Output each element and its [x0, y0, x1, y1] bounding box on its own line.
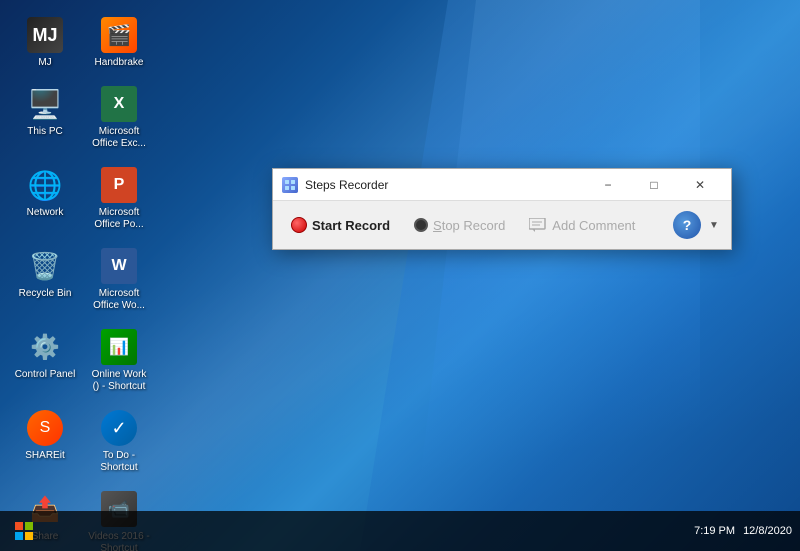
network-icon: 🌐: [26, 166, 64, 204]
thispc-icon: 🖥️: [26, 85, 64, 123]
control-panel-icon: ⚙️: [26, 328, 64, 366]
window-title: Steps Recorder: [305, 178, 585, 192]
icon-row-1: MJ MJ 🎬 Handbrake: [10, 10, 154, 75]
start-button[interactable]: [0, 511, 48, 551]
network-label: Network: [27, 207, 64, 219]
shareit-label: SHAREit: [25, 450, 64, 462]
desktop-icon-control-panel[interactable]: ⚙️ Control Panel: [10, 322, 80, 399]
window-controls: − □ ✕: [585, 169, 723, 201]
control-panel-label: Control Panel: [15, 369, 76, 381]
add-comment-label: Add Comment: [552, 218, 635, 233]
desktop-icon-network[interactable]: 🌐 Network: [10, 160, 80, 237]
icon-row-4: 🗑️ Recycle Bin W Microsoft Office Wo...: [10, 241, 154, 318]
stop-record-label: Stop Record: [433, 218, 505, 233]
desktop-icon-powerpoint[interactable]: P Microsoft Office Po...: [84, 160, 154, 237]
taskbar-time: 7:19 PM: [694, 525, 735, 537]
online-work-label: Online Work () - Shortcut: [88, 369, 150, 393]
dropdown-button[interactable]: ▼: [705, 211, 723, 239]
desktop-icon-todo[interactable]: ✓ To Do - Shortcut: [84, 403, 154, 480]
close-button[interactable]: ✕: [677, 169, 723, 201]
powerpoint-icon: P: [100, 166, 138, 204]
taskbar-date: 12/8/2020: [743, 525, 792, 537]
desktop-icon-mj[interactable]: MJ MJ: [10, 10, 80, 75]
desktop-icon-word[interactable]: W Microsoft Office Wo...: [84, 241, 154, 318]
desktop-icon-thispc[interactable]: 🖥️ This PC: [10, 79, 80, 156]
stop-record-button[interactable]: Stop Record: [404, 212, 515, 239]
powerpoint-label: Microsoft Office Po...: [88, 207, 150, 231]
recycle-icon: 🗑️: [26, 247, 64, 285]
mj-icon: MJ: [26, 16, 64, 54]
desktop-icon-online-work[interactable]: 📊 Online Work () - Shortcut: [84, 322, 154, 399]
help-button[interactable]: ?: [673, 211, 701, 239]
desktop: MJ MJ 🎬 Handbrake 🖥️ This PC X: [0, 0, 800, 551]
windows-logo-icon: [15, 522, 33, 540]
add-comment-button[interactable]: Add Comment: [519, 212, 645, 239]
handbrake-icon: 🎬: [100, 16, 138, 54]
comment-icon: [529, 218, 547, 233]
steps-recorder-window: Steps Recorder − □ ✕ Start Record Stop R…: [272, 168, 732, 250]
start-record-label: Start Record: [312, 218, 390, 233]
handbrake-label: Handbrake: [95, 57, 144, 69]
icon-row-2: 🖥️ This PC X Microsoft Office Exc...: [10, 79, 154, 156]
window-titlebar: Steps Recorder − □ ✕: [273, 169, 731, 201]
word-label: Microsoft Office Wo...: [88, 288, 150, 312]
maximize-button[interactable]: □: [631, 169, 677, 201]
desktop-icon-recycle[interactable]: 🗑️ Recycle Bin: [10, 241, 80, 318]
record-dot-icon: [291, 217, 307, 233]
icon-row-6: S SHAREit ✓ To Do - Shortcut: [10, 403, 154, 480]
thispc-label: This PC: [27, 126, 63, 138]
desktop-icon-excel[interactable]: X Microsoft Office Exc...: [84, 79, 154, 156]
taskbar: 7:19 PM 12/8/2020: [0, 511, 800, 551]
excel-label: Microsoft Office Exc...: [88, 126, 150, 150]
icon-row-3: 🌐 Network P Microsoft Office Po...: [10, 160, 154, 237]
word-icon: W: [100, 247, 138, 285]
start-record-button[interactable]: Start Record: [281, 211, 400, 239]
excel-icon: X: [100, 85, 138, 123]
mj-label: MJ: [38, 57, 51, 69]
steps-recorder-icon: [281, 176, 299, 194]
minimize-button[interactable]: −: [585, 169, 631, 201]
icon-row-5: ⚙️ Control Panel 📊 Online Work () - Shor…: [10, 322, 154, 399]
online-work-icon: 📊: [100, 328, 138, 366]
window-toolbar: Start Record Stop Record Add Comment ? ▼: [273, 201, 731, 249]
desktop-icon-handbrake[interactable]: 🎬 Handbrake: [84, 10, 154, 75]
taskbar-tray: 7:19 PM 12/8/2020: [694, 525, 800, 537]
todo-label: To Do - Shortcut: [88, 450, 150, 474]
todo-icon: ✓: [100, 409, 138, 447]
shareit-icon: S: [26, 409, 64, 447]
recycle-label: Recycle Bin: [19, 288, 72, 300]
desktop-icon-area: MJ MJ 🎬 Handbrake 🖥️ This PC X: [10, 10, 154, 551]
desktop-icon-shareit[interactable]: S SHAREit: [10, 403, 80, 480]
stop-square-icon: [414, 218, 428, 232]
